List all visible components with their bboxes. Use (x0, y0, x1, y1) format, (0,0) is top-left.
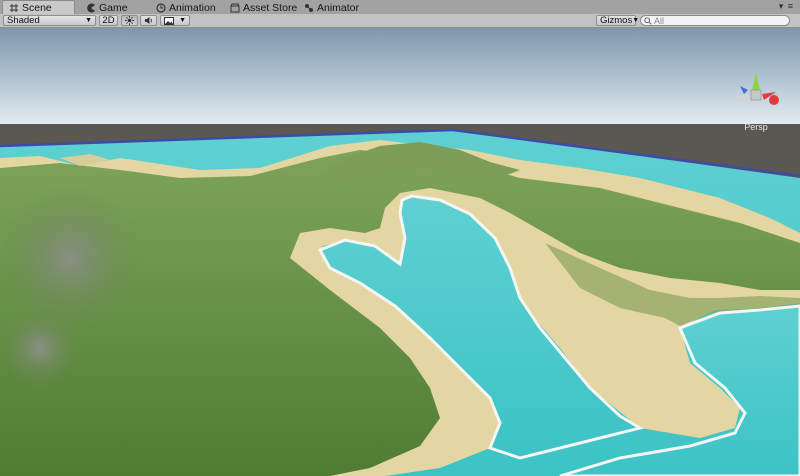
tab-asset-store-label: Asset Store (243, 1, 298, 14)
tab-scene-label: Scene (22, 2, 52, 14)
scene-toolbar: Shaded ▼ 2D ▼ Gizmos ▼ All (0, 14, 800, 28)
scene-audio-toggle[interactable] (140, 15, 157, 26)
rocky-mountain (0, 188, 140, 328)
tab-game[interactable]: Game (80, 1, 134, 14)
gizmos-dropdown[interactable]: Gizmos ▼ (596, 15, 640, 26)
store-icon (230, 3, 240, 12)
window-tab-bar: Scene Game Animation Asset Store Animato… (0, 0, 800, 15)
mode-2d-toggle[interactable]: 2D (99, 15, 118, 26)
rocky-slope (0, 308, 80, 388)
y-axis-arrow-icon[interactable] (752, 72, 760, 90)
hierarchy-search-field[interactable]: All (640, 15, 790, 26)
tab-animator-label: Animator (317, 1, 360, 14)
tab-animation[interactable]: Animation (150, 1, 222, 14)
mode-2d-label: 2D (102, 15, 115, 26)
window-menu-icon[interactable]: ▾ ≡ (779, 1, 794, 12)
terrain-render (0, 28, 800, 476)
projection-label[interactable]: Persp (728, 122, 784, 132)
hash-grid-icon (10, 4, 18, 12)
z-axis-arrow-icon[interactable] (740, 86, 748, 94)
clock-icon (156, 2, 166, 13)
scene-effects-dropdown[interactable]: ▼ (160, 15, 190, 26)
scene-viewport[interactable]: Persp (0, 28, 800, 476)
chevron-down-icon: ▼ (85, 17, 92, 24)
pacman-icon (87, 3, 95, 13)
chevron-down-icon: ▼ (632, 17, 640, 24)
chevron-down-icon: ▼ (179, 17, 186, 24)
search-placeholder: All (654, 15, 665, 26)
tab-asset-store[interactable]: Asset Store (224, 1, 303, 14)
speaker-icon (144, 16, 152, 25)
sun-icon (125, 16, 134, 25)
tab-animation-label: Animation (169, 1, 216, 14)
shading-mode-dropdown[interactable]: Shaded ▼ (3, 15, 96, 26)
sky (0, 28, 800, 126)
image-icon (164, 16, 174, 25)
scene-lighting-toggle[interactable] (121, 15, 138, 26)
search-icon (644, 16, 652, 25)
tab-game-label: Game (99, 1, 128, 14)
tab-scene[interactable]: Scene (2, 0, 75, 15)
shading-mode-label: Shaded (7, 15, 40, 26)
gizmos-label: Gizmos (600, 15, 633, 26)
tab-animator[interactable]: Animator (298, 1, 365, 14)
animator-icon (305, 3, 313, 12)
scene-orientation-gizmo[interactable] (728, 68, 784, 128)
